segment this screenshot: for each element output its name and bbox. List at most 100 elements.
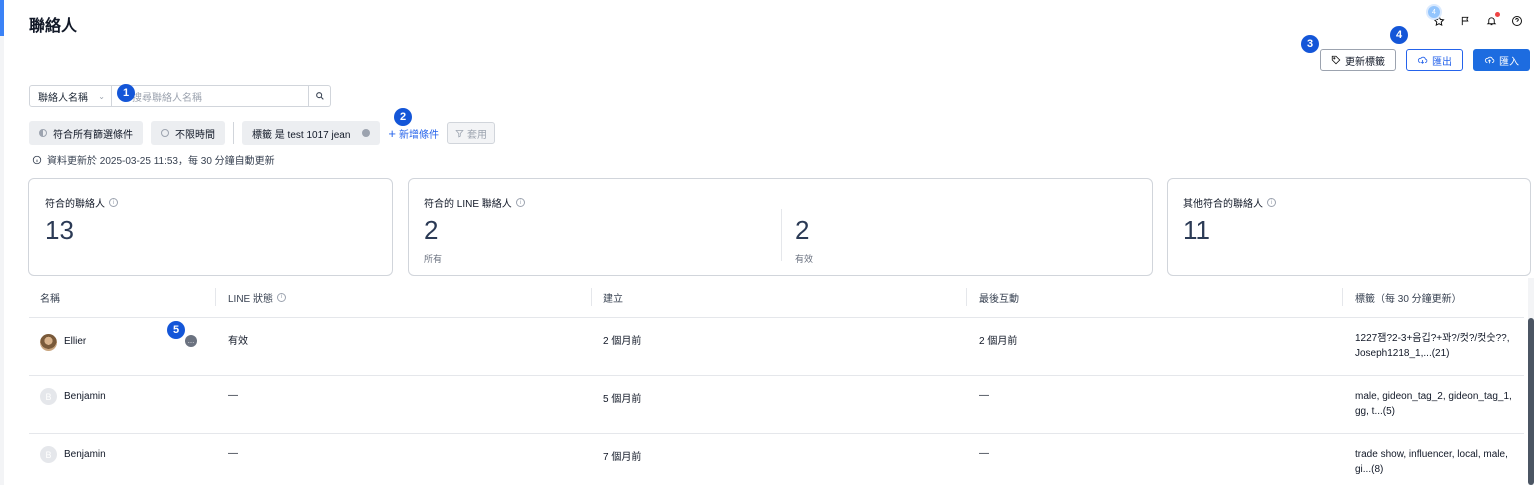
notification-dot xyxy=(1495,12,1500,17)
column-header-name[interactable]: 名稱 xyxy=(40,288,60,306)
chevron-down-icon: ⌄ xyxy=(98,91,105,101)
filter-funnel-icon xyxy=(455,129,464,137)
column-header-line-status: LINE 狀態 xyxy=(228,293,274,305)
cloud-upload-icon xyxy=(1484,56,1495,64)
column-header-last-interaction[interactable]: 最後互動 xyxy=(979,288,1019,306)
match-all-label: 符合所有篩選條件 xyxy=(53,129,133,141)
line-contacts-valid-label: 有效 xyxy=(795,254,814,264)
step-marker-1: 1 xyxy=(117,84,135,102)
contact-tags: male, gideon_tag_2, gideon_tag_1, gg, t.… xyxy=(1355,391,1512,417)
plus-icon: + xyxy=(388,125,396,141)
step-marker-2: 2 xyxy=(394,108,412,126)
update-tags-button[interactable]: 更新標籤 xyxy=(1320,49,1396,71)
import-button[interactable]: 匯入 xyxy=(1473,49,1530,71)
info-icon xyxy=(32,155,42,164)
add-condition-button[interactable]: + 新增條件 xyxy=(388,126,439,141)
column-divider xyxy=(215,288,216,306)
search-field-select-value: 聯絡人名稱 xyxy=(38,92,88,104)
info-icon[interactable]: i xyxy=(109,198,118,207)
page-title: 聯絡人 xyxy=(29,18,78,35)
table-row[interactable]: Ellier … 有效 2 個月前 2 個月前 1227잼?2-3+음깁?+꽈?… xyxy=(29,318,1524,376)
chat-bubble-icon[interactable]: … xyxy=(185,335,197,347)
tag-filter-chip[interactable]: 標籤 是 test 1017 jean xyxy=(242,121,381,145)
info-icon[interactable]: i xyxy=(1267,198,1276,207)
contact-search: 聯絡人名稱 ⌄ 搜尋聯絡人名稱 xyxy=(29,85,331,107)
search-field-select[interactable]: 聯絡人名稱 ⌄ xyxy=(29,85,112,107)
favorites-star-icon[interactable]: 4 xyxy=(1426,4,1446,28)
step-marker-4: 4 xyxy=(1390,26,1408,44)
left-nav-active-indicator xyxy=(0,0,4,36)
line-status: — xyxy=(228,448,238,459)
update-tags-label: 更新標籤 xyxy=(1345,56,1385,68)
column-header-tags[interactable]: 標籤（每 30 分鐘更新） xyxy=(1355,288,1462,306)
import-label: 匯入 xyxy=(1499,56,1519,68)
matched-contacts-label-wrap: 符合的聯絡人 i xyxy=(45,195,118,210)
line-contacts-valid-value: 2 xyxy=(795,215,810,245)
card-divider xyxy=(781,209,782,261)
time-filter-label: 不限時間 xyxy=(175,129,215,141)
time-filter-chip[interactable]: 不限時間 xyxy=(151,121,225,145)
tag-icon xyxy=(1331,55,1341,65)
export-button[interactable]: 匯出 xyxy=(1406,49,1463,71)
line-status: — xyxy=(228,390,238,401)
matched-contacts-label: 符合的聯絡人 xyxy=(45,199,105,210)
line-contacts-all-value: 2 xyxy=(424,215,439,245)
contact-name[interactable]: Benjamin xyxy=(64,449,106,460)
top-icon-bar: 4 xyxy=(1426,4,1524,28)
table-row[interactable]: B Benjamin — 5 個月前 — male, gideon_tag_2,… xyxy=(29,376,1524,434)
search-icon xyxy=(315,92,324,100)
created-time: 7 個月前 xyxy=(603,452,642,463)
line-contacts-label: 符合的 LINE 聯絡人 xyxy=(424,199,512,210)
data-update-text: 資料更新於 2025-03-25 11:53，每 30 分鐘自動更新 xyxy=(47,156,275,167)
column-divider xyxy=(966,288,967,306)
matched-contacts-card: 符合的聯絡人 i 13 xyxy=(28,178,393,276)
line-contacts-label-wrap: 符合的 LINE 聯絡人 i xyxy=(424,195,525,210)
matched-contacts-value: 13 xyxy=(45,215,74,245)
match-all-filter-chip[interactable]: 符合所有篩選條件 xyxy=(29,121,143,145)
contact-name[interactable]: Benjamin xyxy=(64,391,106,402)
add-condition-label: 新增條件 xyxy=(398,129,439,141)
created-time: 2 個月前 xyxy=(603,336,642,347)
created-time: 5 個月前 xyxy=(603,394,642,405)
export-label: 匯出 xyxy=(1432,56,1452,68)
avatar xyxy=(40,334,57,351)
bell-icon[interactable] xyxy=(1484,12,1500,28)
flag-icon[interactable] xyxy=(1458,14,1472,28)
other-contacts-label: 其他符合的聯絡人 xyxy=(1183,199,1263,210)
info-icon[interactable]: i xyxy=(515,198,525,207)
contact-tags: trade show, influencer, local, male, gi.… xyxy=(1355,449,1508,475)
search-button[interactable] xyxy=(309,85,331,107)
help-icon[interactable] xyxy=(1510,14,1524,28)
other-contacts-label-wrap: 其他符合的聯絡人 i xyxy=(1183,195,1276,210)
line-status: 有效 xyxy=(228,336,248,347)
column-header-line-status-wrap[interactable]: LINE 狀態 i xyxy=(228,288,287,306)
page-actions: 更新標籤 匯出 匯入 xyxy=(1320,49,1530,71)
contacts-table-header: 名稱 LINE 狀態 i 建立 最後互動 標籤（每 30 分鐘更新） xyxy=(29,288,1524,318)
table-row[interactable]: B Benjamin — 7 個月前 — trade show, influen… xyxy=(29,434,1524,485)
apply-filter-button[interactable]: 套用 xyxy=(446,122,495,144)
cloud-download-icon xyxy=(1417,56,1428,64)
column-divider xyxy=(1342,288,1343,306)
remove-filter-icon[interactable] xyxy=(362,129,371,137)
half-circle-icon xyxy=(39,129,47,137)
data-update-info: 資料更新於 2025-03-25 11:53，每 30 分鐘自動更新 xyxy=(32,152,275,167)
step-marker-3: 3 xyxy=(1301,35,1319,53)
apply-label: 套用 xyxy=(466,129,487,141)
line-contacts-card: 符合的 LINE 聯絡人 i 2 所有 2 有效 xyxy=(408,178,1153,276)
favorites-count-badge: 4 xyxy=(1426,4,1442,20)
left-nav-strip xyxy=(0,0,4,485)
last-interaction: — xyxy=(979,448,989,459)
column-header-created[interactable]: 建立 xyxy=(603,288,623,306)
search-input[interactable]: 搜尋聯絡人名稱 xyxy=(112,85,309,107)
info-icon[interactable]: i xyxy=(277,292,287,302)
clock-icon xyxy=(161,129,169,137)
scrollbar-thumb[interactable] xyxy=(1528,318,1534,485)
tag-filter-label: 標籤 是 test 1017 jean xyxy=(252,129,351,141)
other-contacts-card: 其他符合的聯絡人 i 11 xyxy=(1167,178,1531,276)
line-contacts-all-label: 所有 xyxy=(424,254,443,264)
avatar: B xyxy=(40,446,57,463)
step-marker-5: 5 xyxy=(167,321,185,339)
contact-tags: 1227잼?2-3+음깁?+꽈?/컷?/컷숫??, Joseph1218_1,.… xyxy=(1355,333,1510,359)
contact-name[interactable]: Ellier xyxy=(64,336,86,347)
search-input-placeholder: 搜尋聯絡人名稱 xyxy=(132,92,202,104)
